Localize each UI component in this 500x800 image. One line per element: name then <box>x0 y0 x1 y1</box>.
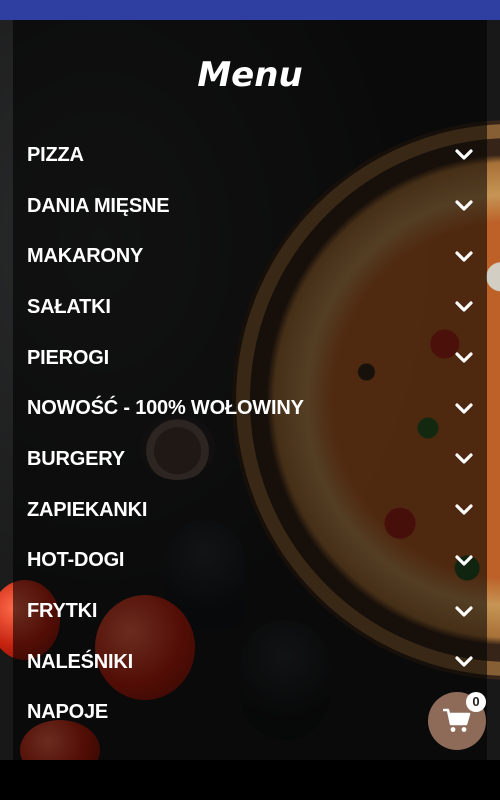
chevron-down-icon[interactable] <box>455 149 473 161</box>
chevron-down-icon[interactable] <box>455 200 473 212</box>
menu-category-item[interactable]: FRYTKI <box>13 586 487 637</box>
menu-category-item[interactable]: ZAPIEKANKI <box>13 485 487 536</box>
category-list: PIZZA DANIA MIĘSNE MAKARONY SAŁATKI PIEROGI N… <box>13 130 487 738</box>
shopping-cart-icon <box>443 708 471 732</box>
menu-category-item[interactable]: PIEROGI <box>13 333 487 384</box>
chevron-down-icon[interactable] <box>455 504 473 516</box>
chevron-down-icon[interactable] <box>455 656 473 668</box>
page-title: Menu <box>197 55 303 95</box>
chevron-down-icon[interactable] <box>455 403 473 415</box>
chevron-down-icon[interactable] <box>455 301 473 313</box>
menu-category-label: DANIA MIĘSNE <box>27 194 170 217</box>
cart-count-badge: 0 <box>466 692 486 712</box>
menu-category-label: PIZZA <box>27 143 84 166</box>
chevron-down-icon[interactable] <box>455 352 473 364</box>
menu-category-label: PIEROGI <box>27 346 109 369</box>
menu-category-item[interactable]: BURGERY <box>13 434 487 485</box>
menu-panel: Menu PIZZA DANIA MIĘSNE MAKARONY SAŁATKI PIE… <box>13 20 487 760</box>
chevron-down-icon[interactable] <box>455 555 473 567</box>
menu-category-item[interactable]: HOT-DOGI <box>13 536 487 587</box>
menu-category-item[interactable]: PIZZA <box>13 130 487 181</box>
menu-category-label: FRYTKI <box>27 600 98 623</box>
menu-screen: Menu PIZZA DANIA MIĘSNE MAKARONY SAŁATKI PIE… <box>0 20 500 760</box>
menu-category-item[interactable]: NAPOJE <box>13 688 487 739</box>
chevron-down-icon[interactable] <box>455 453 473 465</box>
menu-category-label: HOT-DOGI <box>27 549 125 572</box>
navigation-bar <box>0 760 500 800</box>
status-bar <box>0 0 500 20</box>
menu-category-label: BURGERY <box>27 447 125 470</box>
menu-category-item[interactable]: NOWOŚĆ - 100% WOŁOWINY <box>13 383 487 434</box>
menu-category-label: NOWOŚĆ - 100% WOŁOWINY <box>27 397 304 420</box>
menu-category-label: MAKARONY <box>27 245 144 268</box>
chevron-down-icon[interactable] <box>455 251 473 263</box>
chevron-down-icon[interactable] <box>455 605 473 618</box>
menu-category-label: NAPOJE <box>27 701 109 724</box>
menu-category-label: NALEŚNIKI <box>27 650 133 673</box>
menu-category-item[interactable]: NALEŚNIKI <box>13 637 487 688</box>
menu-category-item[interactable]: DANIA MIĘSNE <box>13 181 487 232</box>
menu-category-label: SAŁATKI <box>27 295 111 318</box>
menu-category-label: ZAPIEKANKI <box>27 498 148 521</box>
menu-category-item[interactable]: SAŁATKI <box>13 282 487 333</box>
app-root: Menu PIZZA DANIA MIĘSNE MAKARONY SAŁATKI PIE… <box>0 0 500 800</box>
menu-category-item[interactable]: MAKARONY <box>13 231 487 282</box>
